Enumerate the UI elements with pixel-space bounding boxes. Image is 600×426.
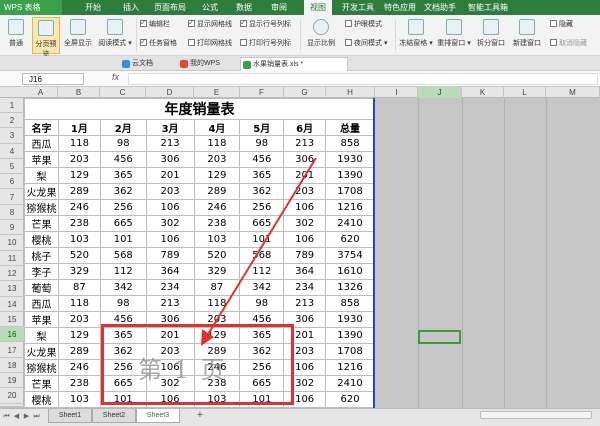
sheet-tab-sheet1[interactable]: Sheet1 [48, 409, 92, 423]
last-sheet-icon[interactable]: ⏭ [32, 411, 41, 422]
arrow-shaft [206, 157, 317, 337]
sheet-tab-sheet2[interactable]: Sheet2 [92, 409, 136, 423]
prev-sheet-icon[interactable]: ◀ [12, 411, 21, 422]
annotation-arrow [201, 157, 317, 346]
add-sheet-icon[interactable]: + [194, 410, 206, 422]
sheet-tab-sheet3[interactable]: Sheet3 [136, 409, 180, 423]
horizontal-scrollbar[interactable] [480, 411, 592, 419]
next-sheet-icon[interactable]: ▶ [22, 411, 31, 422]
arrow-head-icon [201, 329, 214, 346]
first-sheet-icon[interactable]: ⏮ [2, 411, 11, 422]
active-cell-selection[interactable] [418, 330, 461, 344]
